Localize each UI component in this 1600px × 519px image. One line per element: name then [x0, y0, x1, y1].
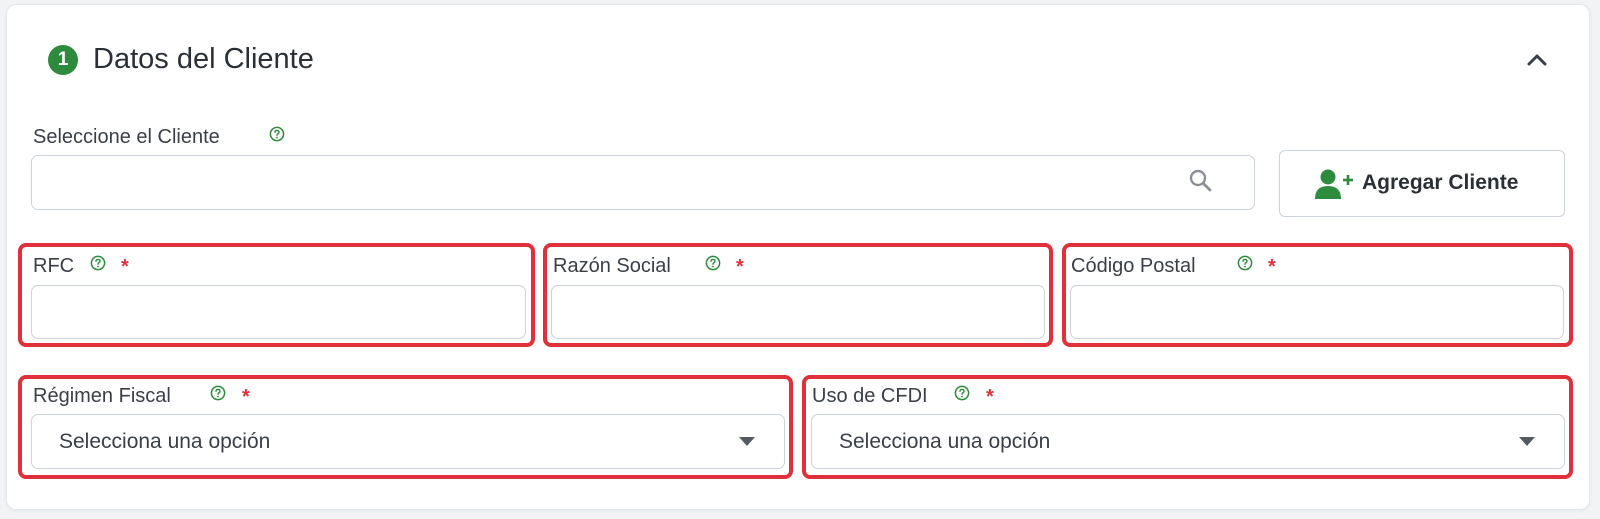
client-search-input[interactable]: [31, 155, 1255, 210]
regimen-fiscal-label: Régimen Fiscal: [33, 385, 171, 407]
help-circle-icon[interactable]: [90, 255, 106, 271]
client-select-label: Seleccione el Cliente: [33, 126, 220, 148]
rfc-label: RFC: [33, 255, 75, 277]
help-circle-icon[interactable]: [954, 385, 970, 401]
caret-down-icon: [739, 437, 755, 446]
uso-cfdi-select[interactable]: Selecciona una opción: [811, 414, 1565, 469]
help-circle-icon[interactable]: [1237, 255, 1253, 271]
razon-social-input[interactable]: [551, 285, 1045, 339]
add-client-button[interactable]: Agregar Cliente: [1279, 150, 1565, 217]
help-circle-icon[interactable]: [705, 255, 721, 271]
uso-cfdi-selected: Selecciona una opción: [839, 430, 1051, 453]
help-circle-icon[interactable]: [210, 385, 226, 401]
help-circle-icon[interactable]: [269, 126, 285, 142]
caret-down-icon: [1519, 437, 1535, 446]
search-icon[interactable]: [1188, 168, 1214, 194]
add-user-icon: [1315, 169, 1353, 199]
rfc-input[interactable]: [31, 285, 526, 339]
chevron-up-icon[interactable]: [1519, 42, 1555, 78]
required-asterisk: *: [242, 386, 250, 408]
regimen-fiscal-select[interactable]: Selecciona una opción: [31, 414, 785, 469]
required-asterisk: *: [736, 256, 744, 278]
required-asterisk: *: [121, 256, 129, 278]
codigo-postal-input[interactable]: [1070, 285, 1564, 339]
razon-social-label: Razón Social: [553, 255, 671, 277]
required-asterisk: *: [986, 386, 994, 408]
regimen-fiscal-selected: Selecciona una opción: [59, 430, 271, 453]
step-number-badge: 1: [48, 45, 78, 75]
uso-cfdi-label: Uso de CFDI: [812, 385, 928, 407]
section-title: Datos del Cliente: [93, 43, 314, 75]
add-client-label: Agregar Cliente: [1362, 171, 1519, 194]
required-asterisk: *: [1268, 256, 1276, 278]
codigo-postal-label: Código Postal: [1071, 255, 1196, 277]
